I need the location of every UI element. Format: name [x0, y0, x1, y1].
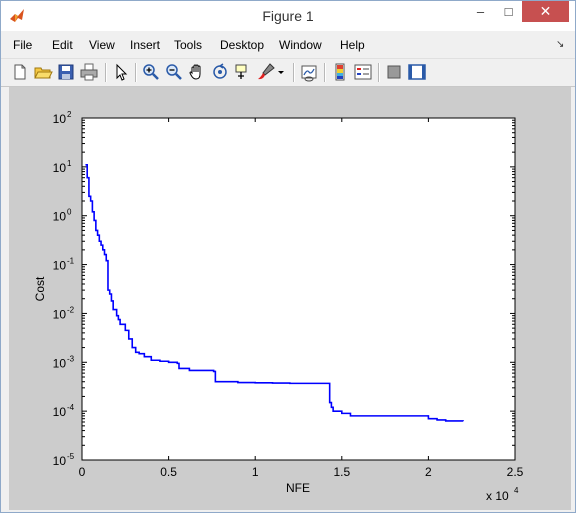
figure-toolbar: [1, 58, 575, 87]
zoom-in-icon[interactable]: [141, 62, 161, 82]
y-tick-exponent: 1: [67, 159, 72, 168]
menu-window[interactable]: Window: [279, 38, 322, 52]
toolbar-separator: [293, 63, 295, 82]
print-icon[interactable]: [79, 62, 99, 82]
menu-tools[interactable]: Tools: [174, 38, 202, 52]
zoom-out-icon[interactable]: [164, 62, 184, 82]
x-axis-label: NFE: [286, 481, 310, 495]
title-bar[interactable]: Figure 1 – □ ✕: [1, 1, 575, 31]
y-tick-exponent: -1: [67, 257, 75, 266]
y-tick-label: 10: [53, 210, 67, 224]
menu-help[interactable]: Help: [340, 38, 365, 52]
x-tick-label: 1.5: [333, 465, 350, 479]
y-tick-label: 10: [53, 112, 67, 126]
open-file-icon[interactable]: [33, 62, 53, 82]
data-cursor-icon[interactable]: [233, 62, 253, 82]
menu-bar: File Edit View Insert Tools Desktop Wind…: [1, 34, 575, 56]
y-tick-label: 10: [53, 405, 67, 419]
x-axis-multiplier-exponent: 4: [514, 486, 519, 495]
x-tick-label: 1: [252, 465, 259, 479]
y-tick-exponent: -4: [67, 403, 75, 412]
minimize-button[interactable]: –: [467, 1, 494, 22]
y-tick-exponent: 0: [67, 208, 72, 217]
new-figure-icon[interactable]: [10, 62, 30, 82]
y-tick-exponent: -5: [67, 452, 75, 461]
maximize-button[interactable]: □: [495, 1, 522, 22]
y-tick-exponent: -3: [67, 354, 75, 363]
brush-icon[interactable]: [256, 62, 276, 82]
show-plot-tools-icon[interactable]: [407, 62, 427, 82]
close-button[interactable]: ✕: [522, 1, 569, 22]
pan-hand-icon[interactable]: [187, 62, 207, 82]
x-tick-label: 2.5: [507, 465, 524, 479]
menu-desktop[interactable]: Desktop: [220, 38, 264, 52]
dock-arrow-icon[interactable]: ↘: [556, 39, 564, 50]
hide-plot-tools-icon[interactable]: [384, 62, 404, 82]
save-icon[interactable]: [56, 62, 76, 82]
y-tick-label: 10: [53, 307, 67, 321]
y-tick-exponent: 2: [67, 110, 72, 119]
menu-view[interactable]: View: [89, 38, 115, 52]
x-tick-label: 0.5: [160, 465, 177, 479]
plot-area[interactable]: 0 0.5 1 1.5 2 2.5 10 210 110 010 -110 -210 -310 -410…: [9, 87, 571, 510]
insert-colorbar-icon[interactable]: [330, 62, 350, 82]
rotate-3d-icon[interactable]: [210, 62, 230, 82]
y-tick-label: 10: [53, 259, 67, 273]
x-tick-label: 2: [425, 465, 432, 479]
edit-plot-arrow-icon[interactable]: [111, 62, 131, 82]
y-tick-label: 10: [53, 454, 67, 468]
toolbar-separator: [135, 63, 137, 82]
link-plot-icon[interactable]: [299, 62, 319, 82]
toolbar-separator: [105, 63, 107, 82]
menu-file[interactable]: File: [13, 38, 32, 52]
y-tick-label: 10: [53, 161, 67, 175]
insert-legend-icon[interactable]: [353, 62, 373, 82]
toolbar-separator: [324, 63, 326, 82]
x-axis-multiplier: x 10: [486, 489, 509, 503]
axes-box: [81, 117, 516, 461]
y-tick-exponent: -2: [67, 305, 75, 314]
y-axis-label: Cost: [33, 276, 47, 301]
menu-insert[interactable]: Insert: [130, 38, 160, 52]
x-tick-label: 0: [79, 465, 86, 479]
toolbar-separator: [378, 63, 380, 82]
figure-canvas: 0 0.5 1 1.5 2 2.5 10 2 10 1 10 0 10 -1 10 -2 10 -3 10 -4 10…: [9, 87, 571, 510]
figure-window: Figure 1 – □ ✕ File Edit View Insert Too…: [0, 0, 576, 513]
brush-dropdown-icon[interactable]: [276, 62, 286, 82]
y-tick-label: 10: [53, 356, 67, 370]
menu-edit[interactable]: Edit: [52, 38, 73, 52]
